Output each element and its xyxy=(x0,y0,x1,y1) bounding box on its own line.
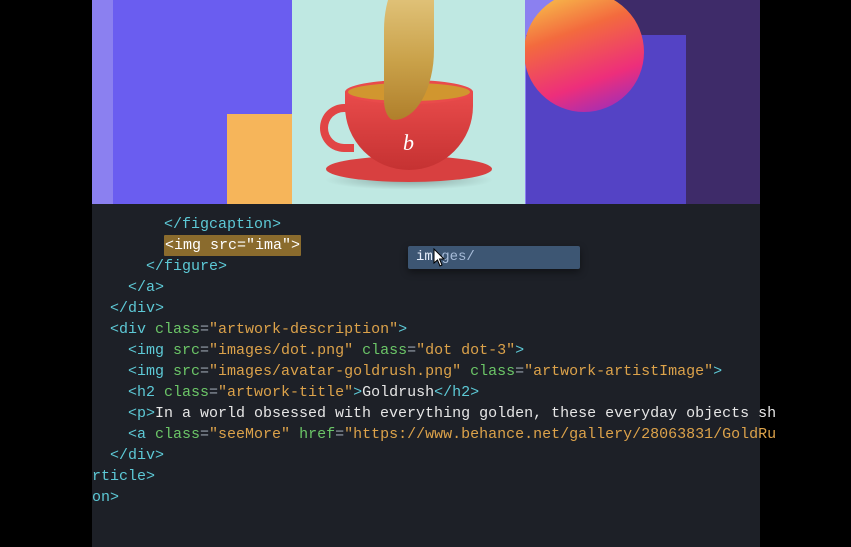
code-line[interactable]: </a> xyxy=(92,277,760,298)
autocomplete-rest: ages/ xyxy=(433,246,475,269)
artwork-image: b xyxy=(292,0,525,204)
autocomplete-popup[interactable]: images/ xyxy=(408,246,580,269)
code-line[interactable]: <div class="artwork-description"> xyxy=(92,319,760,340)
autocomplete-match: im xyxy=(416,246,433,269)
code-line[interactable]: <img src="images/dot.png" class="dot dot… xyxy=(92,340,760,361)
code-line[interactable]: <img src="images/avatar-goldrush.png" cl… xyxy=(92,361,760,382)
code-line[interactable]: <p>In a world obsessed with everything g… xyxy=(92,403,760,424)
cup-logo: b xyxy=(403,130,414,156)
code-line[interactable]: <h2 class="artwork-title">Goldrush</h2> xyxy=(92,382,760,403)
code-line[interactable]: <a class="seeMore" href="https://www.beh… xyxy=(92,424,760,445)
bg-orange-rect xyxy=(227,114,296,204)
code-line[interactable]: </figcaption> xyxy=(92,214,760,235)
code-editor[interactable]: </figcaption> <img src="ima"> </figure> … xyxy=(92,204,760,547)
preview-pane: b xyxy=(92,0,760,204)
code-line[interactable]: on> xyxy=(92,487,760,508)
highlighted-code: <img src="ima"> xyxy=(164,235,301,256)
code-line[interactable]: rticle> xyxy=(92,466,760,487)
code-text: </figcaption> xyxy=(92,216,281,233)
code-line[interactable]: </div> xyxy=(92,298,760,319)
code-line[interactable]: </div> xyxy=(92,445,760,466)
app-frame: b </figcaption> <img src="ima"> </figure… xyxy=(92,0,760,547)
